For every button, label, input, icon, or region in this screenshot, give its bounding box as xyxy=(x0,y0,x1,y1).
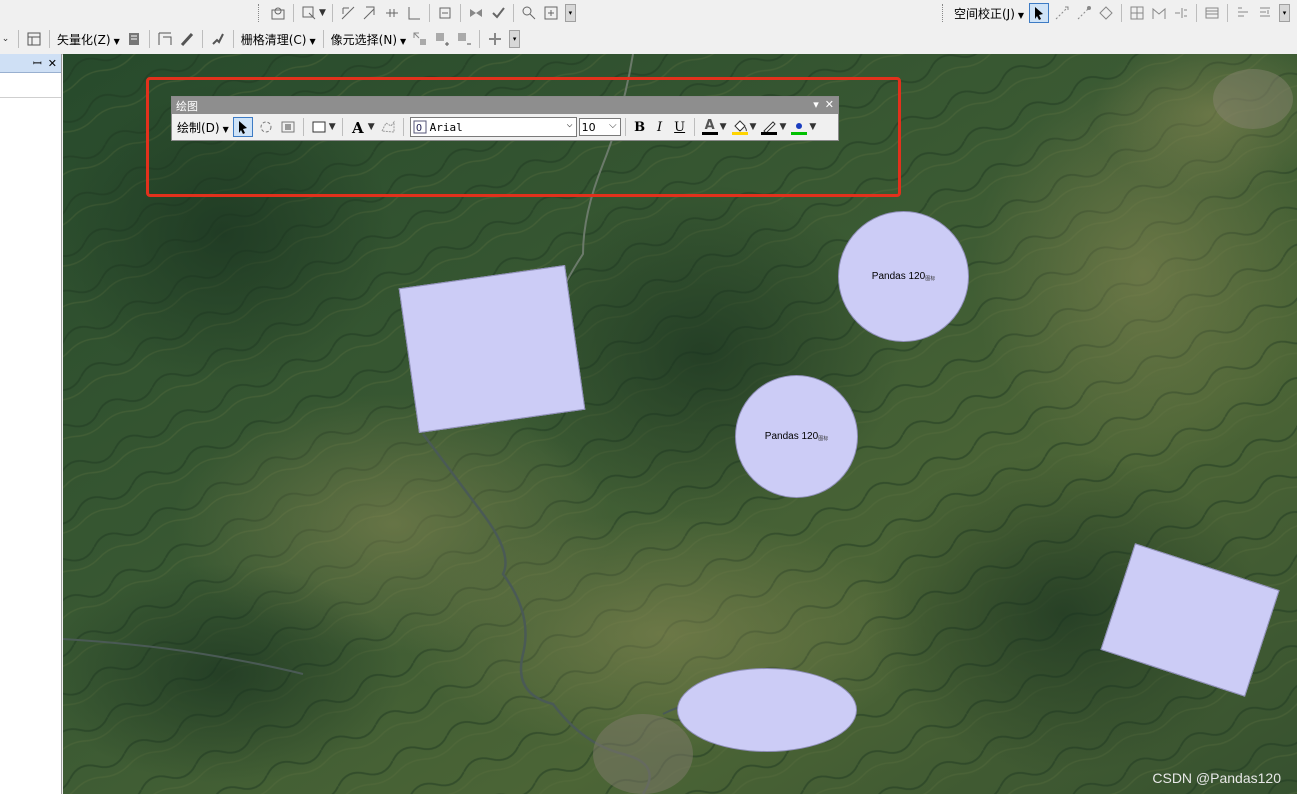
font-color-dropdown-icon[interactable]: ▼ xyxy=(720,122,727,132)
line-color-dropdown-icon[interactable]: ▼ xyxy=(779,122,786,132)
new-displacement-link-icon[interactable] xyxy=(339,4,357,22)
attribute-transfer-icon[interactable] xyxy=(489,4,507,22)
preview-icon[interactable] xyxy=(542,4,560,22)
pin-icon[interactable]: ꟷ xyxy=(33,56,42,71)
generate-features-icon[interactable] xyxy=(156,30,174,48)
line-color-icon[interactable] xyxy=(760,118,778,136)
select-elements-icon[interactable] xyxy=(1029,3,1050,23)
view-link-table-icon[interactable] xyxy=(1128,4,1146,22)
ellipse-graphic[interactable] xyxy=(677,668,857,752)
spatial-adjust-toolbar: 空间校正(J) ▼ ▾ xyxy=(940,0,1291,26)
rectangle-tool-dropdown-icon[interactable]: ▼ xyxy=(329,122,336,132)
text-tool-icon[interactable]: A xyxy=(349,118,367,136)
text-tool-dropdown-icon[interactable]: ▼ xyxy=(368,122,375,132)
italic-button[interactable]: I xyxy=(650,120,670,135)
options-icon[interactable] xyxy=(1234,4,1252,22)
edge-match-icon[interactable] xyxy=(467,4,485,22)
circle-graphic[interactable]: Pandas 120 图标 xyxy=(735,375,858,498)
zoom-to-selected-icon[interactable] xyxy=(279,118,297,136)
watermark: CSDN @Pandas120 xyxy=(1152,770,1281,786)
identity-link-icon[interactable] xyxy=(405,4,423,22)
vectorize-menu[interactable]: 矢量化(Z) ▼ xyxy=(54,31,123,48)
circle-label: Pandas 120 xyxy=(764,431,819,442)
panel-divider xyxy=(0,97,61,98)
drawing-toolbar-title: 绘图 xyxy=(176,99,198,113)
more-tools-icon[interactable] xyxy=(1256,4,1274,22)
toolbar-area: ▼ ▾ 空间校正(J) ▼ ▾ ⌄ 矢量化(Z) ▼ 栅格清理(C) ▼ 像元选… xyxy=(0,0,1297,55)
font-name-select[interactable]: O Arial ⌵ xyxy=(409,117,577,137)
raster-snap-icon[interactable] xyxy=(209,30,227,48)
drawing-menu[interactable]: 绘制(D) ▼ xyxy=(175,119,231,136)
svg-text:A: A xyxy=(351,119,364,135)
raster-intersection-icon[interactable] xyxy=(486,30,504,48)
table-of-contents-panel: ꟷ ✕ xyxy=(0,54,62,794)
attribute-table-icon[interactable] xyxy=(1203,4,1221,22)
toolbar-overflow-icon[interactable]: ▾ xyxy=(1279,4,1291,22)
chevron-down-icon: ⌵ xyxy=(566,119,573,130)
spatial-adjust-menu[interactable]: 空间校正(J) ▼ xyxy=(951,5,1027,22)
svg-text:O: O xyxy=(416,123,422,134)
collapse-dropdown-icon[interactable]: ⌄ xyxy=(2,30,12,48)
panel-header: ꟷ ✕ xyxy=(0,54,61,73)
arcscan-toolbar: ⌄ 矢量化(Z) ▼ 栅格清理(C) ▼ 像元选择(N) ▼ ▾ xyxy=(0,26,521,52)
vectorize-settings-icon[interactable] xyxy=(125,30,143,48)
toolbar-grip[interactable] xyxy=(258,4,263,22)
marker-color-icon[interactable] xyxy=(790,118,808,136)
marker-color-dropdown-icon[interactable]: ▼ xyxy=(809,122,816,132)
close-icon[interactable]: ✕ xyxy=(825,98,834,111)
font-size-select[interactable]: 10 ⌵ xyxy=(578,118,621,136)
chevron-down-icon: ⌵ xyxy=(609,120,617,131)
select-connected-cells-icon[interactable] xyxy=(411,30,429,48)
adjust-preview-icon[interactable] xyxy=(1172,4,1190,22)
rectangle-graphic[interactable] xyxy=(398,265,586,433)
modify-link-icon[interactable] xyxy=(1075,4,1093,22)
new-displacement-link-icon[interactable] xyxy=(1053,4,1071,22)
limited-adjust-icon[interactable] xyxy=(436,4,454,22)
remove-cells-icon[interactable] xyxy=(455,30,473,48)
multiple-displacement-icon[interactable] xyxy=(1097,4,1115,22)
edit-vertices-icon[interactable] xyxy=(379,118,397,136)
link-table-icon[interactable] xyxy=(520,4,538,22)
raster-cleanup-menu[interactable]: 栅格清理(C) ▼ xyxy=(238,31,319,48)
underline-button[interactable]: U xyxy=(670,120,690,135)
georef-toolbar: ▼ ▾ xyxy=(256,0,576,26)
raster-layer-icon[interactable] xyxy=(25,30,43,48)
circle-graphic[interactable]: Pandas 120 图标 xyxy=(838,211,969,342)
drawing-toolbar-titlebar[interactable]: 绘图 ▾ ✕ xyxy=(172,97,838,114)
circle-label: Pandas 120 xyxy=(871,271,926,282)
rectangle-tool-icon[interactable] xyxy=(310,118,328,136)
toolbar-grip[interactable] xyxy=(942,4,947,22)
select-elements-icon[interactable] xyxy=(232,117,253,137)
font-color-icon[interactable]: A xyxy=(701,118,719,136)
toolbar-options-icon[interactable]: ▾ xyxy=(813,98,819,111)
fill-color-dropdown-icon[interactable]: ▼ xyxy=(750,122,757,132)
circle-sublabel: 图标 xyxy=(925,276,936,282)
fill-color-icon[interactable] xyxy=(731,118,749,136)
cell-select-menu[interactable]: 像元选择(N) ▼ xyxy=(328,31,410,48)
transform-icon[interactable] xyxy=(300,4,318,22)
rotate-icon[interactable] xyxy=(257,118,275,136)
close-icon[interactable]: ✕ xyxy=(48,57,57,70)
add-control-point-icon[interactable] xyxy=(269,4,287,22)
font-type-icon: O xyxy=(413,120,427,134)
drawing-toolbar[interactable]: 绘图 ▾ ✕ 绘制(D) ▼ ▼ A ▼ O Arial ⌵ 10 ⌵ B I U xyxy=(171,96,839,141)
multi-link-icon[interactable] xyxy=(383,4,401,22)
edge-snap-icon[interactable] xyxy=(1150,4,1168,22)
modify-link-icon[interactable] xyxy=(361,4,379,22)
toolbar-overflow-icon[interactable]: ▾ xyxy=(509,30,521,48)
transform-dropdown-icon[interactable]: ▼ xyxy=(319,8,326,18)
toolbar-overflow-icon[interactable]: ▾ xyxy=(564,4,576,22)
vectorize-trace-icon[interactable] xyxy=(178,30,196,48)
add-cells-icon[interactable] xyxy=(433,30,451,48)
circle-sublabel: 图标 xyxy=(818,436,829,442)
bold-button[interactable]: B xyxy=(630,120,650,135)
